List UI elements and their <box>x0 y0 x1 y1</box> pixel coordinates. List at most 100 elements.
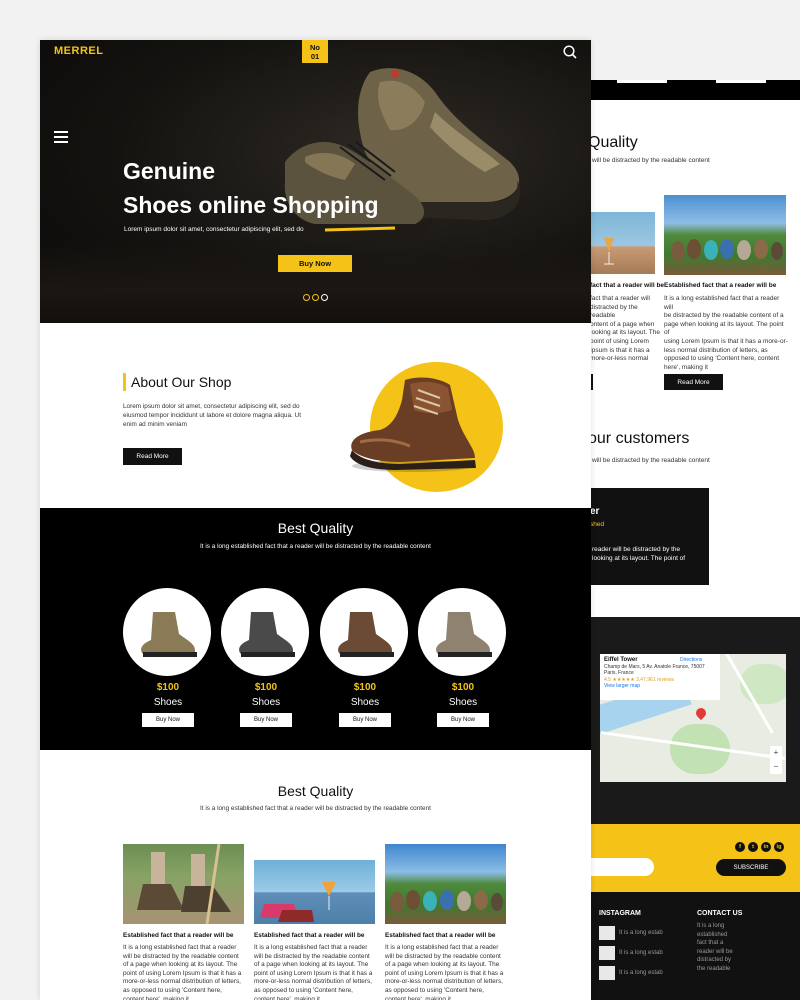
contact-text: It is a long established fact that a rea… <box>697 922 741 973</box>
feet-on-grass-image <box>390 890 503 912</box>
contact-text-line: reader will be <box>697 948 733 955</box>
product-price: $100 <box>353 682 377 693</box>
instagram-caption: It is a long estab <box>619 970 663 976</box>
carousel-dot-active[interactable] <box>321 294 328 301</box>
back-card-b-read-more-button[interactable]: Read More <box>664 374 723 390</box>
newsletter-email-input[interactable] <box>590 858 654 876</box>
map-park <box>740 664 786 704</box>
map-larger-link[interactable]: View larger map <box>604 683 716 690</box>
blog-section-subtitle: It is a long established fact that a rea… <box>200 805 431 812</box>
carousel-dot[interactable] <box>312 294 319 301</box>
back-card-b-line: here', making it <box>664 363 708 371</box>
testimonial-quote-line: reader will be distracted by the <box>592 546 681 553</box>
product-image[interactable] <box>221 588 309 676</box>
product-name: Shoes <box>448 697 478 708</box>
back-card-b-line: opposed to using 'Content here, content <box>664 355 780 363</box>
contact-text-line: It is a long <box>697 923 725 929</box>
facebook-icon[interactable]: f <box>735 842 745 852</box>
twitter-icon[interactable]: t <box>748 842 758 852</box>
product-image[interactable] <box>320 588 408 676</box>
blog-section-title: Best Quality <box>277 783 354 799</box>
carousel-dots <box>303 288 330 306</box>
back-card-a-line: fact that a reader will <box>590 295 650 302</box>
back-nav-tab[interactable] <box>716 80 766 83</box>
product-buy-now-button[interactable]: Buy Now <box>437 713 489 727</box>
about-text: Lorem ipsum dolor sit amet, consectetur … <box>123 403 301 428</box>
back-quality-subtitle: will be distracted by the readable conte… <box>592 157 710 164</box>
embedded-map[interactable]: Eiffel Tower Champ de Mars, 5 Av. Anatol… <box>600 654 786 782</box>
back-card-b-heading: Established fact that a reader will be <box>664 282 777 289</box>
about-read-more-button[interactable]: Read More <box>123 448 182 465</box>
hero-lead-text: Lorem ipsum dolor sit amet, consectetur … <box>124 226 304 233</box>
search-icon[interactable] <box>562 44 578 60</box>
back-card-a-body: fact that a reader will distracted by th… <box>590 295 660 364</box>
back-nav-tab[interactable] <box>617 80 667 83</box>
hamburger-menu-icon[interactable] <box>54 131 68 143</box>
instagram-icon[interactable]: ig <box>774 842 784 852</box>
instagram-caption: It is a long estab <box>619 950 663 956</box>
boot-icon <box>436 612 492 657</box>
blog-card-body: It is a long established fact that a rea… <box>385 944 504 1000</box>
map-zoom-in-button[interactable]: + <box>770 746 782 760</box>
blog-image-feet[interactable] <box>385 844 506 924</box>
back-card-a-heading: fact that a reader will be <box>590 282 665 289</box>
subscribe-button[interactable]: SUBSCRIBE <box>716 859 786 876</box>
instagram-heading: INSTAGRAM <box>599 910 641 917</box>
product-price: $100 <box>156 682 180 693</box>
back-footer: INSTAGRAM It is a long estab It is a lon… <box>590 892 800 1000</box>
instagram-thumbnail[interactable] <box>599 926 615 940</box>
product-card: $100 Shoes Buy Now <box>320 588 410 727</box>
about-title: About Our Shop <box>131 374 232 390</box>
back-customers-title: our customers <box>590 430 690 447</box>
instagram-thumbnail[interactable] <box>599 946 615 960</box>
blog-card: Established fact that a reader will be I… <box>123 844 244 1000</box>
blog-card-heading: Established fact that a reader will be <box>385 932 496 939</box>
back-card-a-line: more-or-less normal <box>590 355 649 363</box>
map-place-name: Eiffel Tower <box>604 657 638 663</box>
product-card: $100 Shoes Buy Now <box>418 588 508 727</box>
back-card-a-line: Ipsum is that it has a <box>590 346 650 354</box>
best-quality-subtitle: It is a long established fact that a rea… <box>200 543 431 550</box>
back-card-b-line: It is a long established fact that a rea… <box>664 295 780 311</box>
contact-text-line: established <box>697 931 728 938</box>
back-top-bar <box>590 80 800 100</box>
back-card-b-line: be distracted by the readable content of… <box>664 312 784 320</box>
brand-logo[interactable]: MERREL <box>54 45 103 57</box>
back-card-a-line: ontent of a page when <box>590 320 655 328</box>
about-accent-bar <box>123 373 126 391</box>
product-price: $100 <box>451 682 475 693</box>
blog-image-hikers[interactable] <box>123 844 244 924</box>
carousel-dot[interactable] <box>303 294 310 301</box>
contact-text-line: the readable <box>697 965 731 972</box>
blog-card-body: It is a long established fact that a rea… <box>254 944 373 1000</box>
product-name: Shoes <box>350 697 380 708</box>
map-directions-link[interactable]: Directions <box>680 657 702 663</box>
back-card-b-line: page when looking at its layout. The poi… <box>664 320 784 337</box>
product-buy-now-button[interactable]: Buy Now <box>142 713 194 727</box>
number-badge: No 01 <box>302 40 328 63</box>
product-card: $100 Shoes Buy Now <box>123 588 213 727</box>
front-page: MERREL No 01 Genuine Shoes online Shoppi… <box>40 40 591 1000</box>
contact-text-line: distracted by <box>697 957 732 963</box>
product-buy-now-button[interactable]: Buy Now <box>240 713 292 727</box>
map-zoom-out-button[interactable]: − <box>770 760 782 774</box>
map-zoom-control[interactable]: + − <box>770 746 782 774</box>
product-image[interactable] <box>123 588 211 676</box>
back-card-a-line: looking at its layout. The <box>590 329 660 337</box>
product-buy-now-button[interactable]: Buy Now <box>339 713 391 727</box>
boot-icon <box>239 612 295 657</box>
instagram-caption: It is a long estab <box>619 930 663 936</box>
best-quality-products-section: Best Quality It is a long established fa… <box>40 508 591 750</box>
drink-and-sneakers-image <box>260 882 336 922</box>
hero-title-line-2: Shoes online Shopping <box>123 192 379 218</box>
testimonial-role: shed <box>590 521 605 528</box>
badge-number: 01 <box>310 52 320 61</box>
linkedin-icon[interactable]: in <box>761 842 771 852</box>
hero-buy-now-button[interactable]: Buy Now <box>278 255 352 272</box>
product-price: $100 <box>254 682 278 693</box>
instagram-thumbnail[interactable] <box>599 966 615 980</box>
back-card-a-line: point of using Lorem <box>590 337 649 345</box>
blog-image-drink[interactable] <box>254 860 375 924</box>
product-image[interactable] <box>418 588 506 676</box>
testimonial-quote-line: looking at its layout. The point of <box>592 555 686 562</box>
